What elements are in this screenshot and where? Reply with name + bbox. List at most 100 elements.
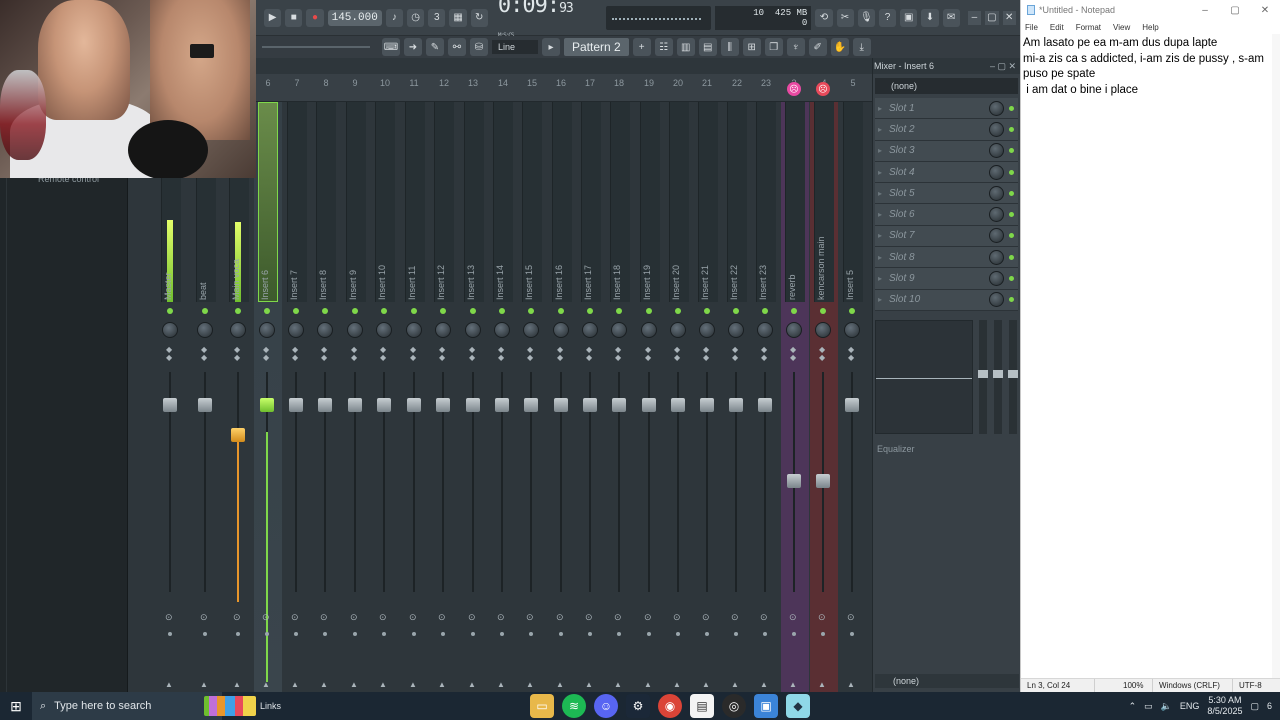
mixer-strip[interactable]: Insert 18 ◆ ◆ ⊙ ▲ bbox=[606, 102, 634, 692]
mute-led[interactable] bbox=[499, 308, 505, 314]
mute-led[interactable] bbox=[381, 308, 387, 314]
pan-knob[interactable] bbox=[406, 322, 422, 338]
stereo-separation-icon[interactable]: ◆ ◆ bbox=[351, 346, 357, 362]
route-dot[interactable] bbox=[471, 632, 475, 636]
taskbar-search[interactable]: ⌕ Type here to search bbox=[32, 692, 222, 720]
route-dot[interactable] bbox=[763, 632, 767, 636]
volume-fader[interactable] bbox=[524, 398, 538, 412]
slot-enable-led[interactable] bbox=[1009, 105, 1014, 111]
menu-help[interactable]: Help bbox=[1142, 23, 1158, 32]
route-arrow-icon[interactable]: ▲ bbox=[760, 680, 768, 689]
metronome-icon[interactable]: ♪ bbox=[385, 8, 404, 27]
stereo-separation-icon[interactable]: ◆ ◆ bbox=[761, 346, 767, 362]
route-dot[interactable] bbox=[734, 632, 738, 636]
mixer-strip[interactable]: Insert 7 ◆ ◆ ⊙ ▲ bbox=[283, 102, 311, 692]
slot-mix-knob[interactable] bbox=[989, 292, 1004, 308]
volume-fader[interactable] bbox=[700, 398, 714, 412]
route-arrow-icon[interactable]: ▲ bbox=[818, 680, 826, 689]
volume-fader[interactable] bbox=[554, 398, 568, 412]
notepad-text-area[interactable]: Am lasato pe ea m-am dus dupa lapte mi-a… bbox=[1021, 34, 1273, 100]
countdown-icon[interactable]: 3 bbox=[428, 8, 446, 27]
fx-enable-icon[interactable]: ⊙ bbox=[262, 612, 270, 623]
mixer-strip[interactable]: Master ◆ ◆ ⊙ ▲ bbox=[157, 102, 185, 692]
stereo-separation-icon[interactable]: ◆ ◆ bbox=[410, 346, 416, 362]
slot-mix-knob[interactable] bbox=[989, 271, 1004, 287]
pan-knob[interactable] bbox=[347, 322, 363, 338]
effect-slot[interactable]: Slot 6 bbox=[875, 204, 1018, 226]
export-icon[interactable]: ⬇ bbox=[921, 8, 939, 27]
mixer-strip[interactable]: ☹ kencarson main ◆ ◆ ⊙ ▲ bbox=[810, 82, 838, 692]
stereo-separation-icon[interactable]: ◆ ◆ bbox=[645, 346, 651, 362]
mute-led[interactable] bbox=[528, 308, 534, 314]
mute-led[interactable] bbox=[440, 308, 446, 314]
plugin-icon[interactable]: ♆ bbox=[786, 38, 805, 56]
discord-icon[interactable]: ☺ bbox=[594, 694, 618, 718]
mute-led[interactable] bbox=[293, 308, 299, 314]
stereo-separation-icon[interactable]: ◆ ◆ bbox=[732, 346, 738, 362]
mixer-strip[interactable]: Insert 17 ◆ ◆ ⊙ ▲ bbox=[577, 102, 605, 692]
notification-icon[interactable]: ▢ bbox=[1250, 701, 1259, 712]
pattern-prev-icon[interactable]: ▸ bbox=[542, 38, 560, 56]
stereo-separation-icon[interactable]: ◆ ◆ bbox=[527, 346, 533, 362]
fx-enable-icon[interactable]: ⊙ bbox=[789, 612, 797, 623]
pan-knob[interactable] bbox=[582, 322, 598, 338]
slot-enable-led[interactable] bbox=[1009, 148, 1014, 154]
effect-slot[interactable]: Slot 10 bbox=[875, 289, 1018, 311]
slot-mix-knob[interactable] bbox=[989, 121, 1004, 137]
route-arrow-icon[interactable]: ▲ bbox=[614, 680, 622, 689]
stereo-separation-icon[interactable]: ◆ ◆ bbox=[819, 346, 825, 362]
notepad-scrollbar[interactable] bbox=[1272, 34, 1280, 678]
route-arrow-icon[interactable]: ▲ bbox=[409, 680, 417, 689]
pan-knob[interactable] bbox=[553, 322, 569, 338]
fx-enable-icon[interactable]: ⊙ bbox=[526, 612, 534, 623]
mixer-strip[interactable]: Insert 6 ◆ ◆ ⊙ ▲ bbox=[254, 102, 282, 692]
file-explorer-icon[interactable]: ▭ bbox=[530, 694, 554, 718]
pan-knob[interactable] bbox=[162, 322, 178, 338]
volume-fader[interactable] bbox=[163, 398, 177, 412]
route-arrow-icon[interactable]: ▲ bbox=[644, 680, 652, 689]
mute-led[interactable] bbox=[167, 308, 173, 314]
record-icon[interactable]: ● bbox=[306, 8, 324, 27]
route-dot[interactable] bbox=[559, 632, 563, 636]
pan-knob[interactable] bbox=[376, 322, 392, 338]
step-edit-icon[interactable]: ▦ bbox=[449, 8, 467, 27]
loop-record-icon[interactable]: ↻ bbox=[470, 8, 488, 27]
slot-enable-led[interactable] bbox=[1009, 254, 1014, 260]
route-dot[interactable] bbox=[168, 632, 172, 636]
chat-icon[interactable]: ✉ bbox=[942, 8, 960, 27]
effect-slot[interactable]: Slot 9 bbox=[875, 268, 1018, 290]
input-select[interactable]: (none) bbox=[875, 78, 1018, 94]
mute-led[interactable] bbox=[646, 308, 652, 314]
volume-icon[interactable]: 🔈 bbox=[1161, 701, 1172, 712]
wrench-icon[interactable]: ✐ bbox=[808, 38, 827, 56]
volume-fader[interactable] bbox=[466, 398, 480, 412]
steam-icon[interactable]: ⚙ bbox=[626, 694, 650, 718]
spotify-icon[interactable]: ≋ bbox=[562, 694, 586, 718]
volume-fader[interactable] bbox=[436, 398, 450, 412]
stereo-separation-icon[interactable]: ◆ ◆ bbox=[166, 346, 172, 362]
route-dot[interactable] bbox=[294, 632, 298, 636]
route-dot[interactable] bbox=[323, 632, 327, 636]
route-dot[interactable] bbox=[821, 632, 825, 636]
mute-led[interactable] bbox=[675, 308, 681, 314]
mute-led[interactable] bbox=[616, 308, 622, 314]
notepad-maximize-icon[interactable]: ▢ bbox=[1220, 0, 1250, 20]
route-arrow-icon[interactable]: ▲ bbox=[731, 680, 739, 689]
route-arrow-icon[interactable]: ▲ bbox=[291, 680, 299, 689]
route-dot[interactable] bbox=[500, 632, 504, 636]
slot-enable-led[interactable] bbox=[1009, 126, 1014, 132]
slot-enable-led[interactable] bbox=[1009, 169, 1014, 175]
mute-led[interactable] bbox=[264, 308, 270, 314]
brush-icon[interactable]: ✎ bbox=[426, 38, 444, 56]
fx-enable-icon[interactable]: ⊙ bbox=[673, 612, 681, 623]
maximize-icon[interactable]: ▢ bbox=[985, 10, 999, 25]
mute-led[interactable] bbox=[733, 308, 739, 314]
route-arrow-icon[interactable]: ▲ bbox=[438, 680, 446, 689]
minimize-icon[interactable]: – bbox=[967, 10, 982, 25]
mute-led[interactable] bbox=[587, 308, 593, 314]
link-icon[interactable]: ⚯ bbox=[448, 38, 466, 56]
menu-view[interactable]: View bbox=[1113, 23, 1130, 32]
route-arrow-icon[interactable]: ▲ bbox=[702, 680, 710, 689]
chrome-icon[interactable]: ◉ bbox=[658, 694, 682, 718]
fx-enable-icon[interactable]: ⊙ bbox=[760, 612, 768, 623]
